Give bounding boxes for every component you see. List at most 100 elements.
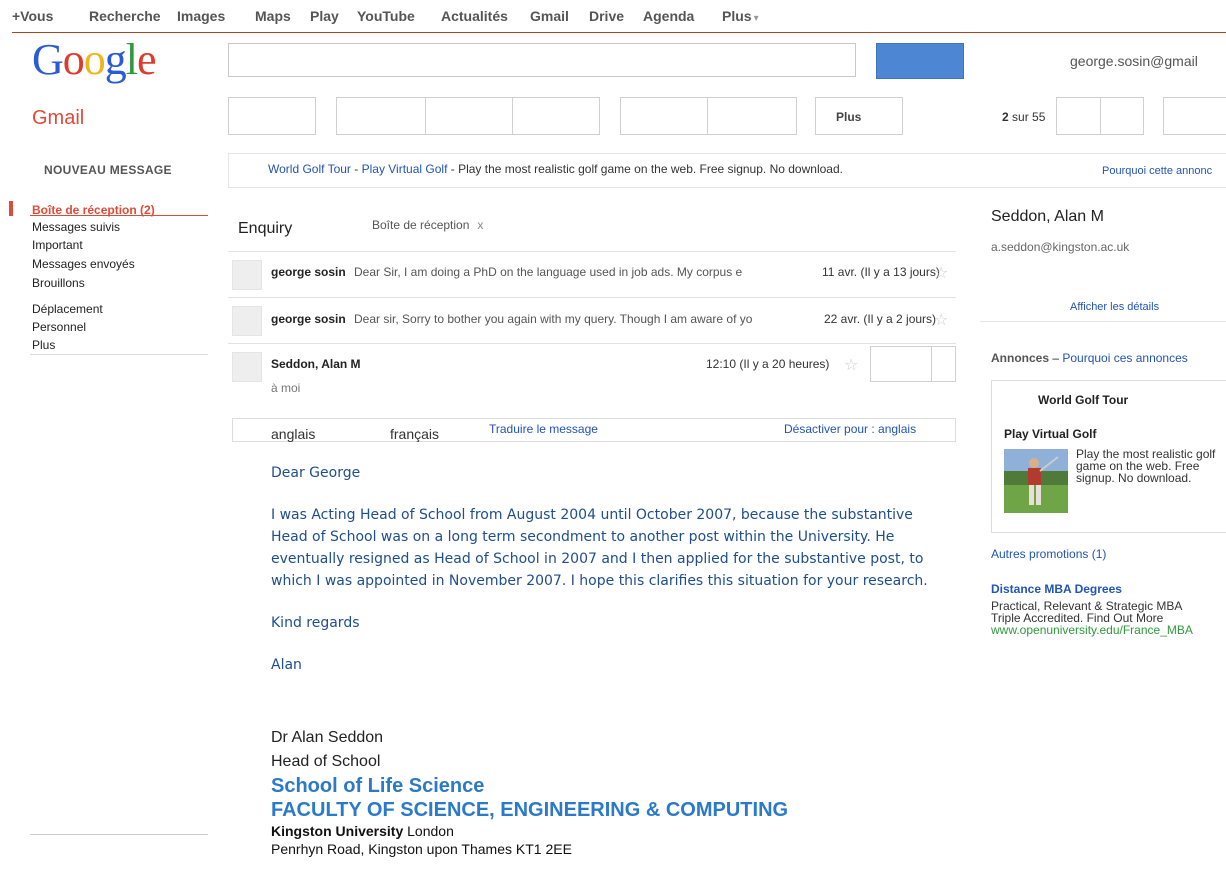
signature-name: Dr Alan Seddon — [271, 729, 384, 746]
star-icon[interactable]: ☆ — [934, 310, 948, 330]
sidebar-divider — [30, 834, 208, 835]
sidebar-item-personal[interactable]: Personnel — [32, 320, 86, 334]
more-promotions-link[interactable]: Autres promotions (1) — [991, 547, 1106, 561]
star-icon[interactable]: ☆ — [844, 355, 858, 375]
sidebar-item-travel[interactable]: Déplacement — [32, 302, 103, 316]
ad-link-play-virtual-golf[interactable]: Play Virtual Golf — [362, 162, 448, 176]
older-button[interactable] — [1100, 97, 1144, 135]
toolbar-archive-button[interactable] — [336, 97, 426, 135]
source-language[interactable]: anglais — [271, 426, 315, 442]
topbar-item-youtube[interactable]: YouTube — [357, 8, 415, 24]
chevron-down-icon: ▾ — [753, 13, 759, 24]
body-paragraph: I was Acting Head of School from August … — [271, 507, 928, 589]
sidebar-item-inbox[interactable]: Boîte de réception (2) — [32, 203, 155, 217]
show-details-link[interactable]: Afficher les détails — [1070, 301, 1159, 313]
translate-message-link[interactable]: Traduire le message — [489, 422, 598, 436]
message-header-expanded[interactable]: Seddon, Alan M 12:10 (Il y a 20 heures) … — [228, 343, 956, 400]
signature-school: School of Life Science — [271, 775, 485, 797]
star-icon[interactable]: ☆ — [934, 263, 948, 283]
ad-card-subtitle[interactable]: Play Virtual Golf — [1004, 427, 1096, 441]
ad-card-title[interactable]: World Golf Tour — [1038, 393, 1128, 407]
body-greeting: Dear George — [271, 465, 361, 481]
topbar-item-gmail[interactable]: Gmail — [530, 8, 569, 24]
top-navigation-bar: +Vous Recherche Images Maps Play YouTube… — [0, 0, 1226, 32]
golf-ad-image[interactable] — [1004, 449, 1068, 513]
remove-label-icon[interactable]: x — [477, 218, 483, 232]
ad-link-world-golf-tour[interactable]: World Golf Tour — [268, 162, 351, 176]
contact-email: a.seddon@kingston.ac.uk — [991, 240, 1130, 254]
topbar-item-plus-vous[interactable]: +Vous — [12, 8, 53, 24]
message-body: Dear George I was Acting Head of School … — [271, 462, 951, 696]
toolbar-move-button[interactable] — [620, 97, 708, 135]
ad-card-description: Play the most realistic golf game on the… — [1076, 447, 1216, 485]
sidebar-item-more[interactable]: Plus — [32, 338, 55, 352]
logo-letter: l — [125, 35, 138, 84]
toolbar-back-button[interactable] — [228, 97, 316, 135]
signature-university-city: London — [403, 823, 454, 839]
toolbar-spam-button[interactable] — [425, 97, 513, 135]
topbar-item-play[interactable]: Play — [310, 8, 339, 24]
disable-translation-link[interactable]: Désactiver pour : anglais — [784, 422, 916, 436]
ad-mba-title[interactable]: Distance MBA Degrees — [991, 582, 1122, 596]
message-snippet: Dear Sir, I am doing a PhD on the langua… — [354, 265, 743, 279]
email-signature: Dr Alan Seddon Head of School School of … — [271, 726, 971, 858]
more-actions-button[interactable] — [931, 346, 956, 382]
body-name: Alan — [271, 657, 302, 673]
search-input[interactable] — [228, 43, 856, 77]
ad-description: - Play the most realistic golf game on t… — [447, 162, 843, 176]
avatar — [232, 260, 262, 290]
ad-separator: - — [350, 162, 362, 176]
message-date: 12:10 (Il y a 20 heures) — [706, 357, 830, 371]
ads-heading-separator: – — [1049, 351, 1063, 365]
topbar-item-search[interactable]: Recherche — [89, 8, 161, 24]
topbar-item-maps[interactable]: Maps — [255, 8, 291, 24]
newer-button[interactable] — [1056, 97, 1101, 135]
message-sender: george sosin — [271, 312, 346, 326]
message-date: 11 avr. (Il y a 13 jours) — [822, 265, 940, 279]
ads-heading: Annonces – Pourquoi ces annonces — [991, 351, 1188, 365]
message-sender: george sosin — [271, 265, 346, 279]
signature-university-name: Kingston University — [271, 823, 404, 839]
active-item-marker — [9, 201, 13, 216]
topbar-item-more[interactable]: Plus ▾ — [722, 8, 759, 24]
ads-heading-label: Annonces — [991, 351, 1050, 365]
sidebar-item-important[interactable]: Important — [32, 238, 83, 252]
signature-address: Penrhyn Road, Kingston upon Thames KT1 2… — [271, 841, 572, 857]
logo-letter: o — [83, 35, 106, 84]
sidebar-divider — [30, 354, 208, 355]
why-these-ads-link[interactable]: Pourquoi ces annonces — [1062, 351, 1187, 365]
label-chip-text: Boîte de réception — [372, 218, 470, 232]
message-row-collapsed[interactable]: george sosin Dear Sir, I am doing a PhD … — [228, 251, 956, 298]
search-button[interactable] — [876, 43, 964, 79]
contact-name: Seddon, Alan M — [991, 208, 1104, 225]
toolbar-delete-button[interactable] — [512, 97, 600, 135]
toolbar-labels-button[interactable] — [707, 97, 797, 135]
label-chip: Boîte de réception x — [372, 218, 483, 232]
message-row-collapsed[interactable]: george sosin Dear sir, Sorry to bother y… — [228, 297, 956, 344]
thread-subject: Enquiry — [238, 220, 293, 237]
sidebar-item-sent[interactable]: Messages envoyés — [32, 257, 135, 271]
ad-mba-url[interactable]: www.openuniversity.edu/France_MBA — [991, 623, 1193, 637]
topbar-item-drive[interactable]: Drive — [589, 8, 624, 24]
compose-button[interactable]: NOUVEAU MESSAGE — [44, 163, 172, 177]
why-this-ad-link[interactable]: Pourquoi cette annonc — [1102, 165, 1212, 177]
topbar-item-calendar[interactable]: Agenda — [643, 8, 694, 24]
sidebar-item-drafts[interactable]: Brouillons — [32, 276, 85, 290]
message-snippet: Dear sir, Sorry to bother you again with… — [354, 312, 753, 326]
gmail-app-label[interactable]: Gmail — [32, 107, 84, 130]
account-email[interactable]: george.sosin@gmail — [1070, 53, 1198, 69]
message-date: 22 avr. (Il y a 2 jours) — [824, 312, 937, 326]
logo-letter: g — [104, 35, 127, 84]
google-logo[interactable]: Google — [32, 32, 157, 88]
settings-button[interactable] — [1163, 97, 1226, 135]
reply-button[interactable] — [870, 346, 932, 382]
message-sender: Seddon, Alan M — [271, 357, 361, 371]
avatar — [232, 306, 262, 336]
target-language[interactable]: français — [390, 426, 439, 442]
topbar-item-images[interactable]: Images — [177, 8, 225, 24]
toolbar-more-label: Plus — [836, 110, 862, 124]
topbar-item-news[interactable]: Actualités — [441, 8, 508, 24]
recipient-line[interactable]: à moi — [271, 381, 300, 395]
sidebar-item-starred[interactable]: Messages suivis — [32, 220, 120, 234]
avatar — [232, 352, 262, 382]
